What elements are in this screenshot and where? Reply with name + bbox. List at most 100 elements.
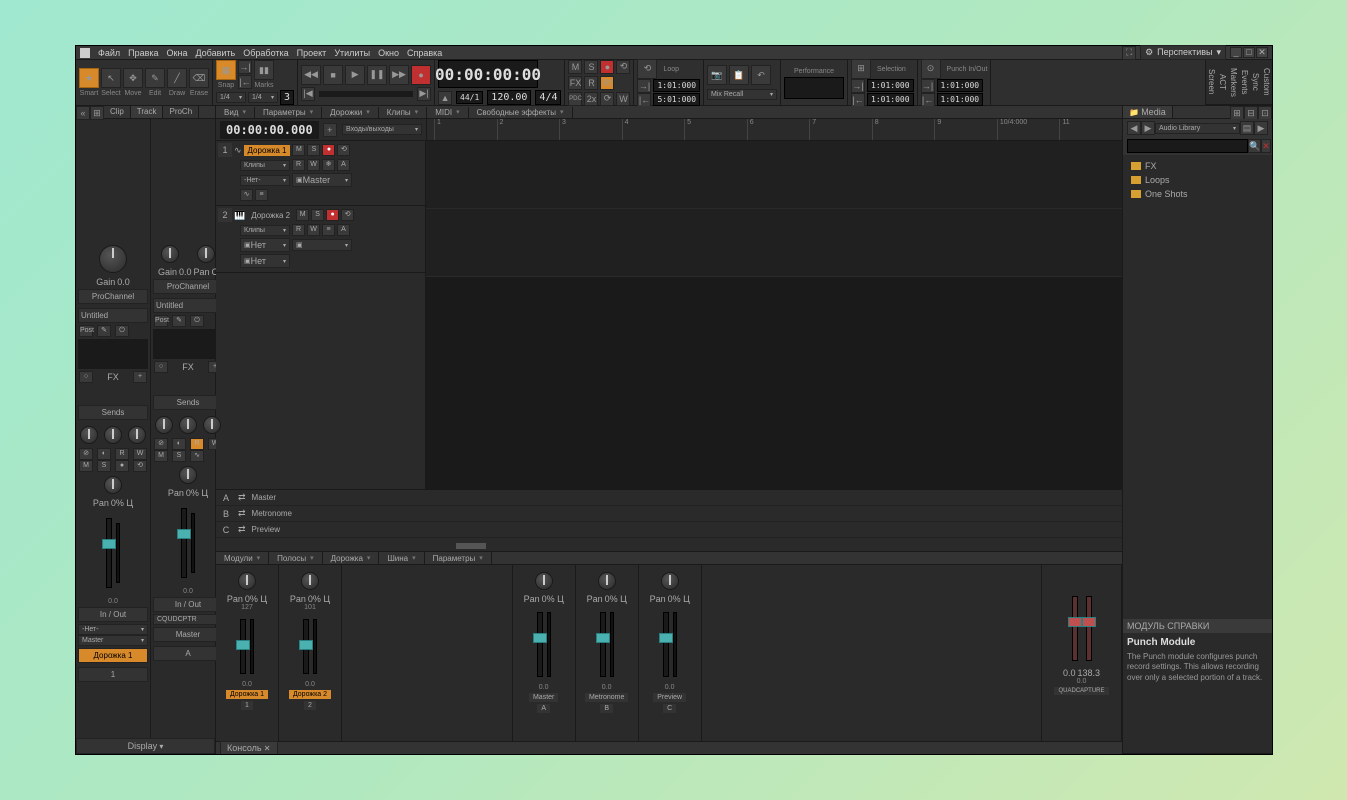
volume-fader[interactable]: [106, 518, 112, 588]
selection-icon[interactable]: ⊞: [851, 59, 871, 79]
menu-add[interactable]: Добавить: [195, 48, 235, 58]
phase-m[interactable]: ⊘: [154, 438, 168, 450]
ch-fader[interactable]: [303, 619, 309, 674]
forward-button[interactable]: ▶▶: [389, 65, 409, 85]
eq-display[interactable]: [78, 339, 148, 369]
search-input[interactable]: [1127, 139, 1248, 153]
menu-window[interactable]: Окно: [378, 48, 399, 58]
master-name-label[interactable]: Master: [153, 627, 223, 642]
vtab-custom[interactable]: Custom: [1261, 60, 1272, 105]
mono-button[interactable]: ◐: [97, 448, 111, 460]
prochannel-m[interactable]: ProChannel: [153, 279, 223, 294]
select-tool[interactable]: ↖: [101, 68, 121, 88]
sel-start-set[interactable]: →|: [851, 79, 865, 93]
transport-scrubber[interactable]: [319, 91, 413, 97]
smart-tool[interactable]: ★: [79, 68, 99, 88]
fx-add[interactable]: +: [133, 371, 147, 383]
track-name[interactable]: Дорожка 2: [247, 210, 294, 221]
power-icon[interactable]: ⏻: [115, 325, 129, 337]
sends-section[interactable]: Sends: [78, 405, 148, 420]
bus-row-c[interactable]: C⇄Preview: [216, 522, 1122, 538]
snap-value-dropdown[interactable]: 1/4: [216, 92, 246, 103]
solo-ch[interactable]: S: [97, 460, 111, 472]
track-ch-dd[interactable]: ▣Нет: [240, 254, 290, 268]
ch-pan-knob[interactable]: [238, 572, 256, 590]
close-button[interactable]: ✕: [1256, 47, 1268, 58]
post-button[interactable]: Post: [79, 325, 93, 337]
bus-row-b[interactable]: B⇄Metronome: [216, 506, 1122, 522]
clear-search-icon[interactable]: ✕: [1261, 139, 1271, 153]
bus-row-a[interactable]: A⇄Master: [216, 490, 1122, 506]
solo-m[interactable]: S: [172, 450, 186, 462]
tempo-display[interactable]: 120.00: [487, 90, 531, 105]
timesig-display[interactable]: 4/4: [535, 90, 561, 105]
track-clips-dd[interactable]: Клипы: [240, 225, 290, 236]
output-m-dropdown[interactable]: CQUDCPTR: [153, 614, 223, 625]
punch-in-set[interactable]: →|: [921, 79, 935, 93]
punch-toggle[interactable]: ⊙: [921, 59, 941, 79]
track-automation[interactable]: ∿: [240, 189, 253, 201]
pan-knob-m[interactable]: [197, 245, 215, 263]
ch-name[interactable]: Дорожка 2: [289, 690, 331, 699]
send-knob-3[interactable]: [128, 426, 146, 444]
bus-name[interactable]: Master: [529, 693, 558, 702]
sel-end-set[interactable]: |←: [851, 93, 865, 107]
loop-end-time[interactable]: 5:01:000: [653, 93, 700, 106]
bus-fader[interactable]: [537, 612, 543, 677]
track-solo[interactable]: S: [311, 209, 324, 221]
pause-button[interactable]: ❚❚: [367, 65, 387, 85]
track-archive[interactable]: A: [337, 224, 350, 236]
display-dropdown[interactable]: Display ▾: [76, 738, 215, 754]
menu-utils[interactable]: Утилиты: [334, 48, 370, 58]
snap-by-icon[interactable]: |←: [238, 75, 252, 89]
loop-end-set[interactable]: |←: [637, 93, 651, 107]
browser-btn-1[interactable]: ⊞: [1230, 106, 1244, 120]
track-input-dd[interactable]: -Нет-: [240, 175, 290, 186]
menu-file[interactable]: Файл: [98, 48, 120, 58]
goto-start-button[interactable]: |◀: [301, 87, 315, 101]
arm-button[interactable]: ●: [600, 60, 614, 74]
input-echo-button[interactable]: ⟲: [616, 60, 630, 74]
track-arm[interactable]: ●: [322, 144, 335, 156]
bus-pan-knob[interactable]: [598, 572, 616, 590]
track-archive[interactable]: A: [337, 159, 350, 171]
play-preview-icon[interactable]: ▶: [1254, 121, 1268, 135]
loop-start-time[interactable]: 1:01:000: [653, 79, 700, 92]
wave-m[interactable]: ∿: [190, 450, 204, 462]
read-m[interactable]: R: [190, 438, 204, 450]
vtab-events[interactable]: Events: [1239, 60, 1250, 105]
send-knob-1[interactable]: [80, 426, 98, 444]
loop-toggle[interactable]: ⟲: [637, 59, 657, 79]
play-button[interactable]: ▶: [345, 65, 365, 85]
sends-m[interactable]: Sends: [153, 395, 223, 410]
fx-button[interactable]: FX: [568, 76, 582, 90]
track-write[interactable]: W: [307, 159, 320, 171]
read-auto[interactable]: R: [115, 448, 129, 460]
media-tab[interactable]: 📁 Media: [1123, 106, 1173, 118]
prochannel-section[interactable]: ProChannel: [78, 289, 148, 304]
send-knob-m3[interactable]: [203, 416, 221, 434]
bus-pan-knob[interactable]: [535, 572, 553, 590]
rewind-button[interactable]: ◀◀: [301, 65, 321, 85]
post-m[interactable]: Post: [154, 315, 168, 327]
track-read[interactable]: R: [292, 224, 305, 236]
pdc-button[interactable]: PDC: [568, 92, 582, 106]
io-dropdown[interactable]: Входы/выходы: [342, 124, 422, 135]
menu-edit[interactable]: Правка: [128, 48, 158, 58]
track-mute[interactable]: M: [292, 144, 305, 156]
console-params-dd[interactable]: Параметры: [425, 552, 492, 564]
console-track-dd[interactable]: Дорожка: [323, 552, 380, 564]
midi-dropdown[interactable]: MIDI: [427, 107, 468, 118]
mix-recall-dropdown[interactable]: Mix Recall: [707, 89, 777, 100]
marks-button[interactable]: ▮▮: [254, 60, 274, 80]
vtab-sync[interactable]: Sync: [1250, 60, 1261, 105]
goto-end-button[interactable]: ▶|: [417, 87, 431, 101]
track-output-dd[interactable]: ▣Master: [292, 173, 352, 187]
fx-bypass-m[interactable]: ○: [154, 361, 168, 373]
track-name-label[interactable]: Дорожка 1: [78, 648, 148, 663]
snap-to-icon[interactable]: →|: [238, 60, 252, 74]
track-input-dd[interactable]: ▣Нет: [240, 238, 290, 252]
metronome-icon[interactable]: ▲: [438, 91, 452, 105]
solo-button[interactable]: S: [584, 60, 598, 74]
menu-help[interactable]: Справка: [407, 48, 442, 58]
